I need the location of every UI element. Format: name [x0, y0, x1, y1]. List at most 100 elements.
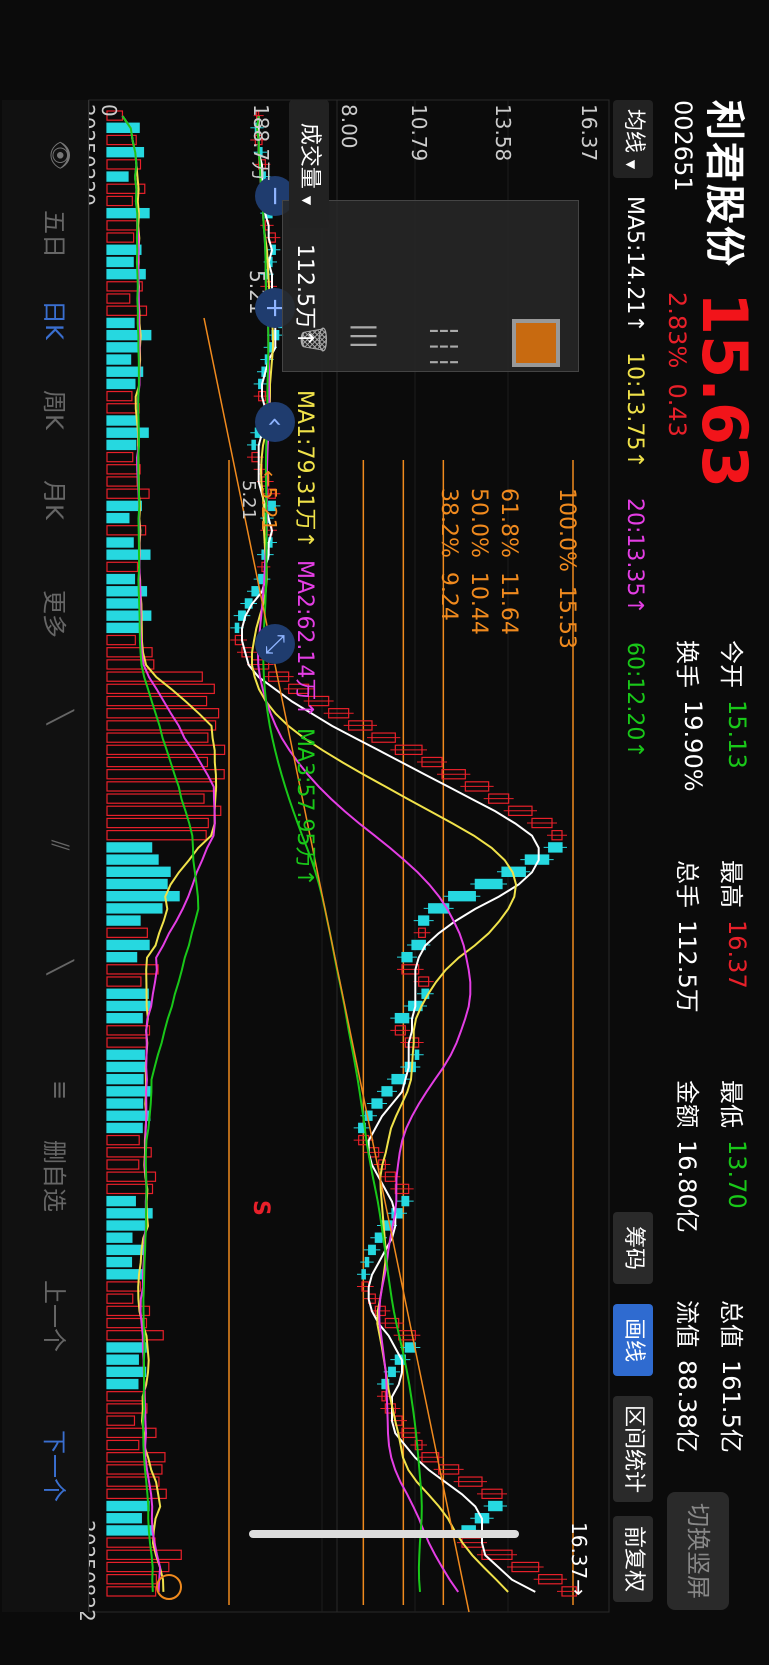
volume-ma3: MA3:57.95万↑	[292, 728, 317, 887]
volume-bar	[106, 988, 149, 999]
volume-bar	[106, 964, 159, 975]
chevron-left-button[interactable]: ‹	[255, 402, 295, 442]
chevron-down-icon: ▼	[300, 195, 314, 206]
axis-label-top: 16.37	[577, 104, 601, 162]
volume-bar	[106, 1330, 164, 1341]
candle-body	[548, 842, 563, 853]
parallel-line-icon[interactable]: ⫽	[46, 840, 74, 851]
segment-tool-icon[interactable]: ╲	[46, 960, 74, 974]
month-k-button[interactable]: 月K	[39, 480, 74, 520]
volume-bar	[106, 1464, 163, 1475]
volume-bar	[106, 805, 222, 817]
volume-bar	[106, 939, 150, 951]
volume-bar	[106, 1244, 145, 1256]
color-swatch[interactable]	[512, 319, 560, 367]
volume-bar	[106, 390, 133, 402]
candle-body	[401, 1195, 410, 1207]
volume-bar	[106, 915, 141, 926]
candle-body	[401, 951, 413, 963]
volume-bar	[106, 1574, 157, 1585]
volume-bar	[106, 890, 180, 902]
more-button[interactable]: 更多	[39, 590, 74, 638]
volume-bar	[106, 1012, 143, 1024]
volume-bar	[106, 1354, 139, 1365]
volume-bar	[106, 427, 149, 438]
volume-bar	[106, 1427, 157, 1439]
candle-body	[388, 1366, 396, 1378]
volume-bar	[106, 1537, 156, 1548]
volume-bar	[106, 622, 139, 634]
volume-bar	[106, 195, 133, 207]
volume-ma1: MA1:79.31万↑	[292, 390, 317, 549]
volume-bar	[106, 1122, 143, 1134]
volume-bar	[106, 366, 144, 377]
candle-body	[361, 1269, 366, 1280]
volume-bar	[106, 1086, 151, 1097]
remove-watchlist-button[interactable]: 删自选	[39, 1140, 74, 1212]
volume-bar	[106, 1256, 133, 1268]
high-marker-label: 16.37→	[567, 1522, 591, 1597]
bottom-toolbar: 👁 五日 日K 周K 月K 更多 ╲ ⫽ ╲ ≡ 删自选 上一个 下一个	[2, 100, 89, 1612]
day-k-button[interactable]: 日K	[39, 300, 74, 340]
candle-body	[394, 1012, 410, 1024]
home-indicator	[249, 1530, 519, 1538]
volume-bar	[106, 256, 134, 268]
volume-bar	[106, 549, 151, 560]
previous-button[interactable]: 上一个	[39, 1280, 74, 1352]
volume-bar	[106, 1195, 136, 1207]
volume-bar	[106, 927, 148, 938]
volume-bar	[106, 207, 150, 219]
volume-bar	[106, 1415, 136, 1426]
signal-label: S	[248, 1200, 273, 1216]
line-tool-icon[interactable]: ╲	[46, 710, 74, 724]
fib-100-label: 100.0% 15.53	[554, 488, 579, 649]
week-k-button[interactable]: 周K	[39, 390, 74, 430]
candle-body	[234, 622, 240, 634]
volume-bar	[106, 244, 142, 255]
candle-body	[391, 1073, 406, 1085]
candle-body	[374, 1232, 383, 1243]
volume-bar	[106, 220, 138, 231]
volume-bar	[106, 1110, 151, 1121]
volume-bar	[106, 305, 148, 316]
volume-bar	[106, 1037, 148, 1048]
volume-bar	[106, 1549, 182, 1561]
volume-selector-label: 成交量	[297, 122, 322, 189]
candle-body	[404, 1061, 416, 1073]
candle-body	[368, 1244, 376, 1256]
line-style-dashed-icon[interactable]: ┆┆┆	[428, 323, 458, 370]
fibonacci-tool-icon[interactable]: ≡	[46, 1080, 74, 1100]
volume-bar	[106, 1159, 140, 1170]
volume-bar	[106, 634, 136, 646]
candle-body	[474, 878, 503, 890]
volume-bar	[106, 1366, 147, 1378]
volume-bar	[106, 1281, 142, 1292]
volume-bar	[106, 878, 168, 890]
line-style-solid-icon[interactable]: |||	[350, 323, 380, 349]
volume-bar	[106, 464, 141, 475]
candle-body	[448, 890, 476, 902]
volume-bar	[106, 561, 139, 573]
volume-bar	[106, 842, 153, 853]
collapse-icon[interactable]: ⤡	[255, 624, 295, 664]
volume-bar	[106, 1452, 166, 1463]
volume-bar	[106, 1061, 147, 1073]
volume-bar	[106, 451, 134, 463]
volume-ma2: MA2:62.14万↑	[292, 560, 317, 719]
five-day-button[interactable]: 五日	[39, 210, 74, 258]
volume-bar	[106, 293, 131, 304]
volume-bar	[106, 317, 135, 329]
fib-382-label: 38.2% 9.24	[436, 488, 461, 621]
volume-bar	[106, 1476, 160, 1487]
fib-50-label: 50.0% 10.44	[466, 488, 491, 635]
volume-bar	[106, 647, 153, 658]
candle-body	[381, 1086, 393, 1097]
volume-bar	[106, 793, 205, 804]
eye-icon[interactable]: 👁	[46, 140, 74, 170]
volume-bar	[106, 1098, 144, 1109]
next-button[interactable]: 下一个	[39, 1430, 74, 1502]
volume-axis-zero: 0	[97, 104, 121, 117]
high-point-marker[interactable]	[156, 1574, 182, 1600]
volume-bar	[106, 817, 209, 829]
volume-selector-button[interactable]: 成交量 ▼	[289, 100, 329, 228]
